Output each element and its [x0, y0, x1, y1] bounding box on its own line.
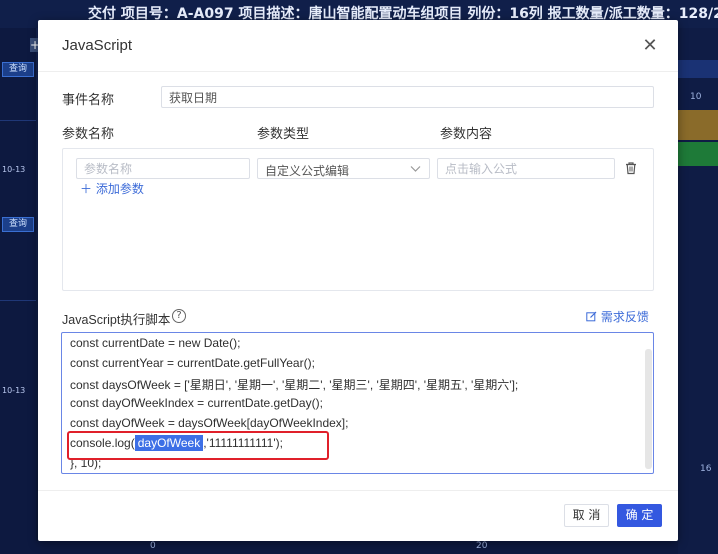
dashboard-number: 16 — [700, 464, 712, 474]
editor-scrollbar[interactable] — [645, 349, 652, 469]
dialog-footer-divider — [38, 490, 678, 491]
code-line: const dayOfWeekIndex = currentDate.getDa… — [70, 396, 323, 410]
dashboard-divider — [0, 300, 36, 301]
close-icon[interactable]: ✕ — [638, 34, 662, 58]
ok-button[interactable]: 确 定 — [617, 504, 662, 527]
dashboard-number: 10 — [690, 92, 702, 102]
event-name-label: 事件名称 — [62, 93, 115, 108]
feedback-link[interactable]: 需求反馈 — [586, 308, 649, 325]
feedback-label: 需求反馈 — [600, 310, 649, 324]
plus-icon: ＋ — [80, 182, 93, 196]
param-name-input[interactable] — [76, 158, 250, 179]
params-box: 自定义公式编辑 ＋ 添加参数 — [62, 148, 654, 291]
add-param-label: 添加参数 — [95, 182, 144, 196]
param-name-header: 参数名称 — [62, 127, 115, 142]
dashboard-number: 20 — [476, 541, 488, 551]
dashboard-bottom-strip — [36, 541, 678, 554]
trash-icon[interactable] — [624, 160, 638, 179]
param-type-select[interactable]: 自定义公式编辑 — [257, 158, 430, 179]
dashboard-date-label: 10-13 — [2, 386, 26, 395]
dashboard-number: 0 — [150, 541, 156, 551]
help-icon[interactable]: ? — [172, 309, 186, 323]
dialog-title: JavaScript — [62, 37, 133, 54]
dashboard-left-panel — [0, 28, 36, 554]
dashboard-right-cell — [678, 110, 718, 140]
code-line: const currentYear = currentDate.getFullY… — [70, 356, 315, 370]
chevron-down-icon — [410, 163, 421, 177]
dashboard-query-button[interactable]: 查询 — [2, 217, 34, 232]
annotation-highlight-box — [67, 431, 329, 460]
code-line: const currentDate = new Date(); — [70, 336, 241, 350]
param-content-header: 参数内容 — [440, 127, 493, 142]
edit-icon — [586, 310, 601, 324]
code-line: const daysOfWeek = ['星期日', '星期一', '星期二',… — [70, 378, 519, 392]
dashboard-right-cell — [678, 142, 718, 166]
code-line: const dayOfWeek = daysOfWeek[dayOfWeekIn… — [70, 416, 349, 430]
dashboard-right-panel — [678, 28, 718, 554]
cancel-button[interactable]: 取 消 — [564, 504, 609, 527]
javascript-dialog: JavaScript ✕ 事件名称 参数名称 参数类型 参数内容 自定义公式编辑… — [38, 20, 678, 541]
param-content-input[interactable] — [437, 158, 615, 179]
param-type-header: 参数类型 — [257, 127, 310, 142]
dashboard-query-button[interactable]: 查询 — [2, 62, 34, 77]
script-label: JavaScript执行脚本 — [62, 313, 171, 327]
event-name-input[interactable] — [161, 86, 654, 108]
add-param-button[interactable]: ＋ 添加参数 — [80, 180, 144, 197]
param-type-value: 自定义公式编辑 — [265, 164, 350, 178]
dashboard-right-cell — [678, 60, 718, 78]
dialog-header: JavaScript ✕ — [38, 20, 678, 72]
dashboard-date-label: 10-13 — [2, 165, 26, 174]
dashboard-divider — [0, 120, 36, 121]
